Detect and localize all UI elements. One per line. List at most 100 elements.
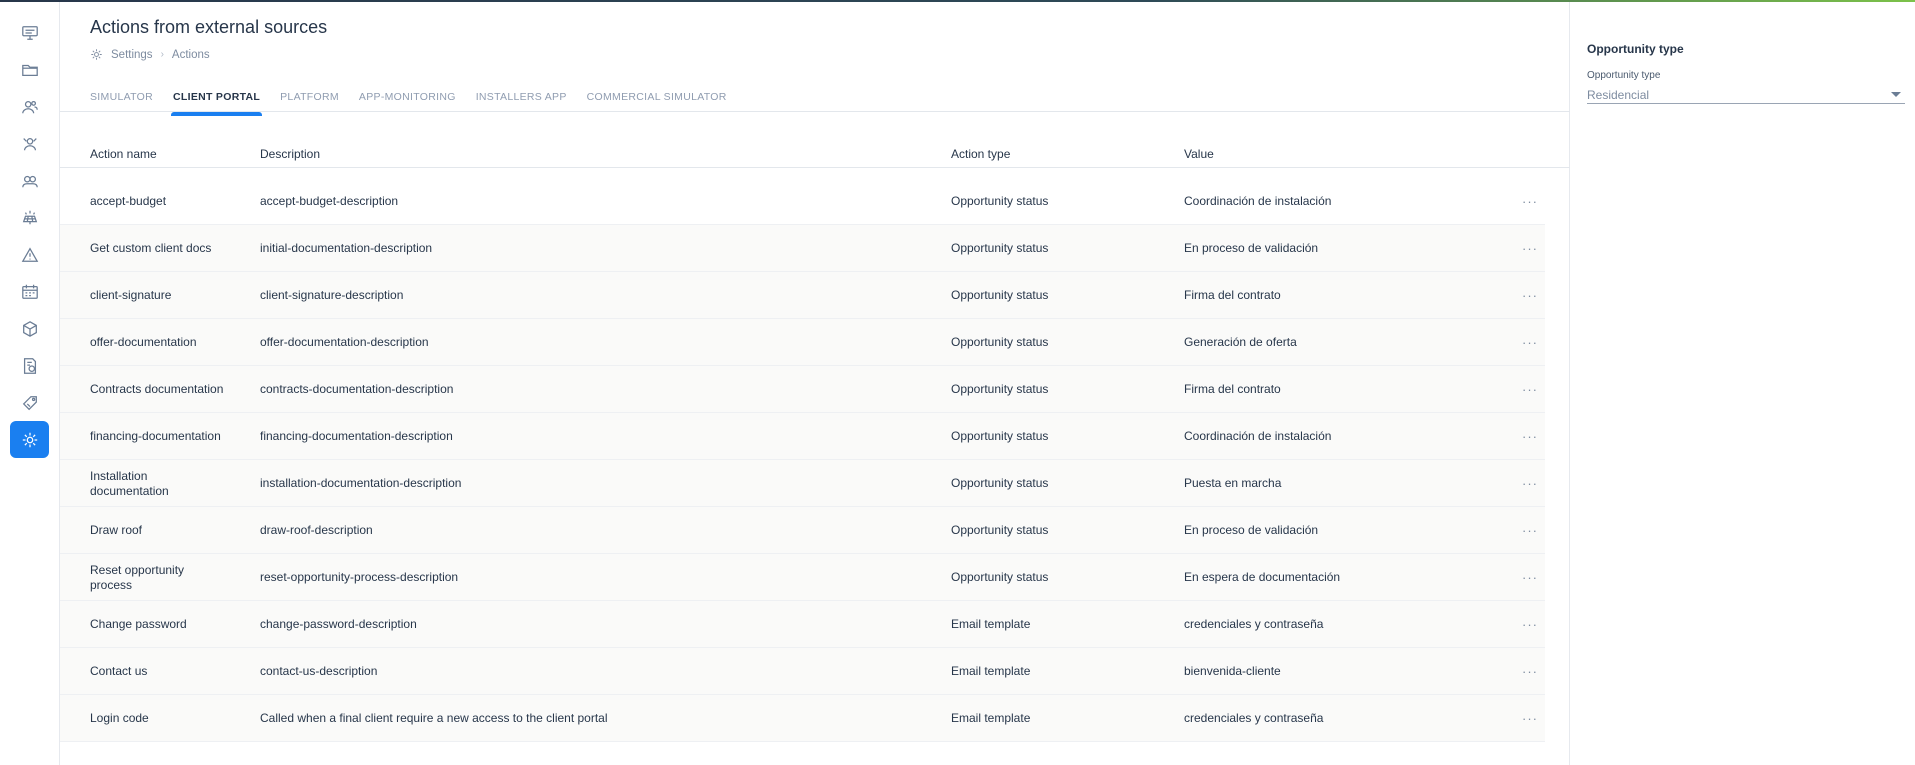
more-options-icon[interactable]: ···: [1520, 695, 1540, 742]
breadcrumb-settings[interactable]: Settings: [111, 49, 153, 61]
tab-platform[interactable]: PLATFORM: [280, 82, 339, 114]
value-cell: Coordinación de instalación: [1184, 194, 1332, 208]
opportunity-type-select[interactable]: Residencial: [1587, 86, 1905, 104]
presentation-icon: [21, 25, 38, 40]
table-row[interactable]: Contracts documentation contracts-docume…: [60, 366, 1545, 413]
table-row[interactable]: Installation documentation installation-…: [60, 460, 1545, 507]
action-name-cell: Reset opportunity process: [90, 562, 185, 592]
sidebar-item-groups[interactable]: [10, 162, 49, 199]
table-row[interactable]: Change password change-password-descript…: [60, 601, 1545, 648]
value-cell: Puesta en marcha: [1184, 476, 1282, 490]
value-cell: En proceso de validación: [1184, 523, 1319, 537]
sidebar-item-settings[interactable]: [10, 421, 49, 458]
tab-simulator[interactable]: SIMULATOR: [90, 82, 153, 114]
sidebar-item-presentation[interactable]: [10, 14, 49, 51]
main-content: Actions from external sources Settings ›…: [60, 2, 1570, 765]
action-type-cell: Email template: [951, 664, 1031, 678]
tabs-divider: [60, 111, 1570, 112]
actions-table: Action name Description Action type Valu…: [60, 142, 1570, 742]
description-cell: reset-opportunity-process-description: [260, 570, 459, 584]
table-row[interactable]: accept-budget accept-budget-description …: [60, 178, 1545, 225]
action-type-cell: Email template: [951, 711, 1031, 725]
package-icon: [22, 320, 37, 337]
more-options-icon[interactable]: ···: [1520, 366, 1540, 413]
folder-icon: [21, 64, 38, 76]
more-options-icon[interactable]: ···: [1520, 319, 1540, 366]
more-options-icon[interactable]: ···: [1520, 460, 1540, 507]
description-cell: offer-documentation-description: [260, 335, 429, 349]
table-row[interactable]: Login code Called when a final client re…: [60, 695, 1545, 742]
description-cell: contact-us-description: [260, 664, 378, 678]
table-row[interactable]: Reset opportunity process reset-opportun…: [60, 554, 1545, 601]
action-name-cell: Change password: [90, 617, 187, 631]
action-name-cell: financing-documentation: [90, 429, 221, 443]
action-type-cell: Opportunity status: [951, 429, 1049, 443]
more-options-icon[interactable]: ···: [1520, 554, 1540, 601]
description-cell: change-password-description: [260, 617, 417, 631]
action-name-cell: offer-documentation: [90, 335, 197, 349]
more-options-icon[interactable]: ···: [1520, 272, 1540, 319]
action-name-cell: Login code: [90, 711, 149, 725]
sidebar: [0, 2, 60, 765]
column-header-action-type[interactable]: Action type: [951, 147, 1010, 161]
table-row[interactable]: Draw roof draw-roof-description Opportun…: [60, 507, 1545, 554]
value-cell: En espera de documentación: [1184, 570, 1341, 584]
caret-down-icon: [1891, 92, 1901, 97]
warning-icon: [21, 246, 38, 262]
sidebar-item-solar[interactable]: [10, 199, 49, 236]
sidebar-item-users[interactable]: [10, 88, 49, 125]
team-icon: [22, 137, 37, 150]
description-cell: financing-documentation-description: [260, 429, 453, 443]
table-row[interactable]: financing-documentation financing-docume…: [60, 413, 1545, 460]
table-row[interactable]: offer-documentation offer-documentation-…: [60, 319, 1545, 366]
sidebar-item-packages[interactable]: [10, 310, 49, 347]
opportunity-type-label: Opportunity type: [1587, 70, 1661, 81]
value-cell: credenciales y contraseña: [1184, 711, 1324, 725]
more-options-icon[interactable]: ···: [1520, 601, 1540, 648]
filter-panel: Opportunity type Opportunity type Reside…: [1571, 2, 1915, 765]
chevron-right-icon: ›: [160, 49, 164, 60]
table-header: Action name Description Action type Valu…: [60, 142, 1570, 168]
tab-client-portal[interactable]: CLIENT PORTAL: [170, 82, 263, 116]
more-options-icon[interactable]: ···: [1520, 178, 1540, 225]
tab-app-monitoring[interactable]: APP-MONITORING: [359, 82, 456, 114]
action-type-cell: Opportunity status: [951, 570, 1049, 584]
table-row[interactable]: Contact us contact-us-description Email …: [60, 648, 1545, 695]
description-cell: initial-documentation-description: [260, 241, 433, 255]
table-row[interactable]: Get custom client docs initial-documenta…: [60, 225, 1545, 272]
tab-installers-app[interactable]: INSTALLERS APP: [476, 82, 567, 114]
value-cell: bienvenida-cliente: [1184, 664, 1281, 678]
sidebar-item-tags[interactable]: [10, 384, 49, 421]
solar-panel-icon: [22, 210, 37, 224]
action-type-cell: Opportunity status: [951, 288, 1049, 302]
more-options-icon[interactable]: ···: [1520, 507, 1540, 554]
billing-icon: [23, 357, 36, 374]
description-cell: Called when a final client require a new…: [260, 711, 608, 725]
action-name-cell: client-signature: [90, 288, 172, 302]
description-cell: installation-documentation-description: [260, 476, 462, 490]
tab-bar: SIMULATOR CLIENT PORTAL PLATFORM APP-MON…: [90, 82, 727, 116]
sidebar-item-folder[interactable]: [10, 51, 49, 88]
value-cell: credenciales y contraseña: [1184, 617, 1324, 631]
sidebar-item-team[interactable]: [10, 125, 49, 162]
more-options-icon[interactable]: ···: [1520, 225, 1540, 272]
more-options-icon[interactable]: ···: [1520, 413, 1540, 460]
opportunity-type-value: Residencial: [1587, 88, 1650, 102]
action-name-cell: Get custom client docs: [90, 241, 212, 255]
column-header-description[interactable]: Description: [260, 147, 320, 161]
sidebar-item-billing[interactable]: [10, 347, 49, 384]
column-header-action-name[interactable]: Action name: [90, 147, 157, 161]
action-type-cell: Opportunity status: [951, 476, 1049, 490]
column-header-value[interactable]: Value: [1184, 147, 1214, 161]
action-name-cell: Installation documentation: [90, 468, 169, 498]
action-name-cell: accept-budget: [90, 194, 167, 208]
more-options-icon[interactable]: ···: [1520, 648, 1540, 695]
panel-title: Opportunity type: [1587, 42, 1684, 56]
groups-icon: [21, 175, 38, 187]
table-row[interactable]: client-signature client-signature-descri…: [60, 272, 1545, 319]
sidebar-item-alerts[interactable]: [10, 236, 49, 273]
tab-commercial-simulator[interactable]: COMMERCIAL SIMULATOR: [587, 82, 727, 114]
sidebar-item-calendar[interactable]: [10, 273, 49, 310]
action-type-cell: Opportunity status: [951, 382, 1049, 396]
breadcrumb: Settings › Actions: [90, 48, 210, 61]
